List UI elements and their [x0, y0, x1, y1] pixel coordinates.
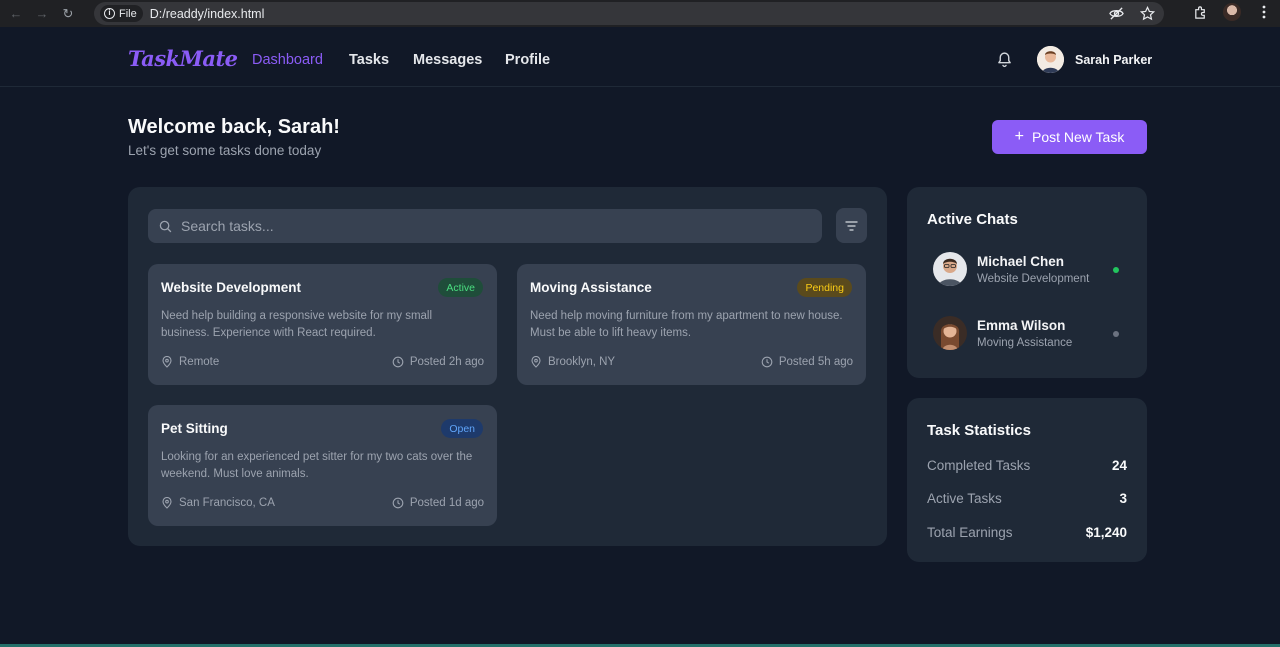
task-posted: Posted 2h ago [392, 356, 484, 368]
search-bar[interactable] [148, 209, 822, 243]
clock-icon [392, 356, 404, 368]
site-info-chip[interactable]: i File [100, 5, 143, 22]
page-title: Welcome back, Sarah! [128, 116, 340, 138]
task-card[interactable]: Pet Sitting Open Looking for an experien… [148, 405, 497, 526]
bell-icon[interactable] [996, 51, 1013, 68]
task-title: Pet Sitting [161, 421, 228, 436]
active-chats-title: Active Chats [927, 211, 1018, 228]
task-card[interactable]: Website Development Active Need help bui… [148, 264, 497, 385]
clock-icon [392, 497, 404, 509]
offline-status-dot [1113, 331, 1119, 337]
task-description: Need help building a responsive website … [161, 310, 433, 339]
back-icon[interactable]: ← [6, 4, 26, 24]
post-new-task-button[interactable]: + Post New Task [992, 120, 1147, 154]
task-location: San Francisco, CA [161, 497, 275, 509]
chat-topic: Moving Assistance [977, 337, 1073, 349]
task-card[interactable]: Moving Assistance Pending Need help movi… [517, 264, 866, 385]
file-chip-label: File [119, 7, 137, 20]
task-description: Need help moving furniture from my apart… [530, 310, 843, 339]
status-badge: Open [441, 419, 483, 438]
location-pin-icon [162, 356, 172, 368]
task-location-text: Brooklyn, NY [548, 356, 616, 368]
avatar [933, 316, 967, 350]
address-bar[interactable]: i File D:/readdy/index.html [94, 2, 1164, 25]
task-posted-text: Posted 2h ago [409, 356, 484, 368]
task-location: Remote [161, 356, 219, 368]
task-posted: Posted 5h ago [761, 356, 853, 368]
eye-slash-icon[interactable] [1108, 5, 1125, 22]
chat-topic: Website Development [977, 273, 1090, 285]
status-badge: Pending [797, 278, 852, 297]
nav-messages[interactable]: Messages [413, 52, 482, 68]
forward-icon[interactable]: → [32, 4, 52, 24]
search-input[interactable] [181, 218, 781, 234]
search-icon [159, 220, 172, 232]
user-name[interactable]: Sarah Parker [1075, 53, 1152, 67]
info-icon: i [104, 8, 115, 19]
filter-icon [845, 220, 858, 231]
stat-earnings-value: $1,240 [1085, 525, 1127, 540]
profile-avatar-icon[interactable] [1223, 3, 1241, 21]
task-posted-text: Posted 5h ago [778, 356, 853, 368]
status-badge: Active [438, 278, 483, 297]
task-posted: Posted 1d ago [392, 497, 484, 509]
stat-active-label: Active Tasks [927, 491, 1002, 506]
chat-item[interactable]: Emma Wilson Moving Assistance [933, 316, 1133, 354]
stat-active-value: 3 [1119, 491, 1127, 506]
page-subtitle: Let's get some tasks done today [128, 143, 322, 158]
stat-completed-label: Completed Tasks [927, 458, 1031, 473]
clock-icon [761, 356, 773, 368]
plus-icon: + [1014, 128, 1024, 145]
task-statistics-title: Task Statistics [927, 422, 1031, 439]
stat-completed-value: 24 [1111, 458, 1127, 473]
task-statistics-panel: Task Statistics Completed Tasks 24 Activ… [907, 398, 1147, 562]
extensions-icon[interactable] [1192, 4, 1209, 21]
kebab-menu-icon[interactable] [1255, 4, 1272, 21]
nav-tasks[interactable]: Tasks [349, 52, 389, 68]
url-text[interactable]: D:/readdy/index.html [150, 7, 265, 21]
avatar [933, 252, 967, 286]
task-description: Looking for an experienced pet sitter fo… [161, 451, 473, 480]
location-pin-icon [162, 497, 172, 509]
browser-toolbar: ← → ↻ i File D:/readdy/index.html [0, 0, 1280, 27]
chat-name: Michael Chen [977, 254, 1065, 269]
task-title: Moving Assistance [530, 280, 652, 295]
user-avatar[interactable] [1037, 46, 1064, 73]
active-chats-panel: Active Chats Michael Chen Website Develo… [907, 187, 1147, 378]
online-status-dot [1113, 267, 1119, 273]
app-logo[interactable]: TaskMate [128, 46, 238, 71]
post-new-task-label: Post New Task [1032, 129, 1125, 145]
chat-item[interactable]: Michael Chen Website Development [933, 252, 1133, 290]
location-pin-icon [531, 356, 541, 368]
task-location-text: San Francisco, CA [179, 497, 275, 509]
task-posted-text: Posted 1d ago [409, 497, 484, 509]
nav-dashboard[interactable]: Dashboard [252, 52, 323, 68]
star-icon[interactable] [1139, 5, 1156, 22]
nav-profile[interactable]: Profile [505, 52, 550, 68]
reload-icon[interactable]: ↻ [58, 4, 78, 24]
task-title: Website Development [161, 280, 302, 295]
filter-button[interactable] [836, 208, 867, 243]
chat-name: Emma Wilson [977, 318, 1066, 333]
stat-earnings-label: Total Earnings [927, 525, 1013, 540]
task-location: Brooklyn, NY [530, 356, 615, 368]
task-location-text: Remote [179, 356, 220, 368]
